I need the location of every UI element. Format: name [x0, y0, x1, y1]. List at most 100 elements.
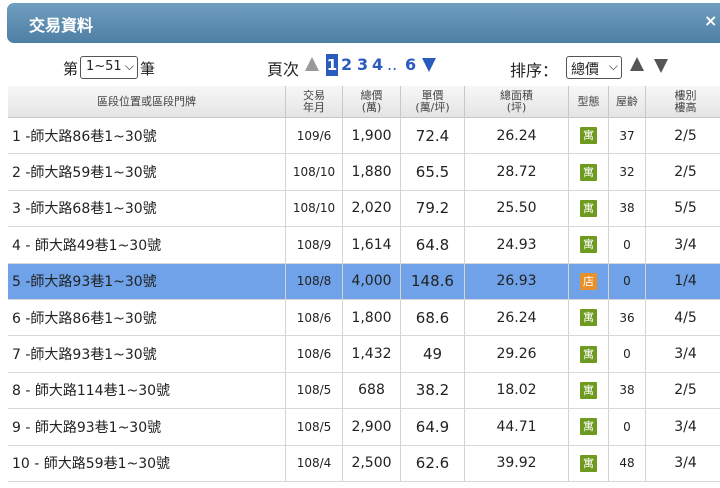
cell-area: 26.93 [465, 263, 569, 300]
residential-type-badge: 寓 [580, 381, 597, 399]
transaction-table: 區段位置或區段門牌 交易 年月 總價 (萬) 單價 (萬/坪) 總面積 (坪) 型態 屋… [8, 86, 720, 482]
cell-age: 0 [609, 336, 646, 373]
cell-address: 5 -師大路93巷1~30號 [8, 263, 286, 300]
cell-area: 28.72 [465, 154, 569, 191]
range-suffix: 筆 [140, 60, 156, 78]
cell-type: 寓 [569, 154, 609, 191]
range-prefix: 第 [63, 60, 79, 78]
cell-date: 108/6 [286, 299, 343, 337]
cell-address: 6 -師大路86巷1~30號 [8, 299, 286, 337]
cell-total-price: 688 [343, 372, 401, 410]
header-date[interactable]: 交易 年月 [286, 86, 343, 118]
cell-unit-price: 49 [401, 336, 465, 373]
cell-total-price: 2,900 [343, 409, 401, 446]
cell-floor: 4/5 [646, 300, 720, 337]
cell-age: 0 [609, 227, 646, 264]
cell-area: 26.24 [465, 299, 569, 337]
cell-floor: 3/4 [646, 409, 720, 446]
table-row[interactable]: 8 - 師大路114巷1~30號 108/5 688 38.2 18.02 寓 38 2/5 [8, 372, 720, 410]
cell-type: 店 [569, 263, 609, 300]
cell-area: 29.26 [465, 336, 569, 373]
cell-unit-price: 64.8 [401, 227, 465, 264]
cell-floor: 2/5 [646, 154, 720, 191]
cell-type: 寓 [569, 409, 609, 446]
sort-descending-icon[interactable] [654, 59, 668, 73]
next-page-icon[interactable] [422, 58, 436, 72]
cell-total-price: 1,614 [343, 227, 401, 264]
header-total-price[interactable]: 總價 (萬) [343, 86, 401, 118]
cell-unit-price: 148.6 [401, 263, 465, 300]
cell-floor: 2/5 [646, 373, 720, 410]
cell-area: 26.24 [465, 118, 569, 155]
window-title: 交易資料 [29, 16, 94, 35]
cell-type: 寓 [569, 299, 609, 337]
cell-address: 7 -師大路93巷1~30號 [8, 336, 286, 373]
cell-total-price: 1,900 [343, 118, 401, 155]
page-link-3[interactable]: 3 [357, 54, 368, 76]
cell-unit-price: 79.2 [401, 190, 465, 228]
table-row[interactable]: 2 -師大路59巷1~30號 108/10 1,880 65.5 28.72 寓 32 2/5 [8, 154, 720, 191]
cell-unit-price: 65.5 [401, 154, 465, 191]
cell-age: 38 [609, 190, 646, 228]
chevron-down-icon: ⌵ [124, 59, 134, 73]
cell-unit-price: 64.9 [401, 409, 465, 446]
cell-unit-price: 38.2 [401, 372, 465, 410]
table-row[interactable]: 3 -師大路68巷1~30號 108/10 2,020 79.2 25.50 寓 38 5/5 [8, 190, 720, 228]
header-age[interactable]: 屋齡 [609, 86, 646, 118]
table-row[interactable]: 5 -師大路93巷1~30號 108/8 4,000 148.6 26.93 店 0 1/4 [8, 263, 720, 300]
header-type[interactable]: 型態 [569, 86, 609, 118]
cell-unit-price: 68.6 [401, 299, 465, 337]
residential-type-badge: 寓 [580, 418, 597, 436]
shop-type-badge: 店 [580, 272, 597, 290]
table-row[interactable]: 1 -師大路86巷1~30號 109/6 1,900 72.4 26.24 寓 37 2/5 [8, 118, 720, 155]
cell-floor: 1/4 [646, 263, 720, 300]
cell-type: 寓 [569, 336, 609, 373]
cell-address: 10 - 師大路59巷1~30號 [8, 445, 286, 482]
sort-select[interactable]: 總價 ⌵ [566, 56, 622, 79]
cell-total-price: 2,500 [343, 445, 401, 482]
cell-area: 39.92 [465, 445, 569, 482]
cell-type: 寓 [569, 227, 609, 264]
current-page: 1 [326, 54, 338, 76]
cell-age: 37 [609, 118, 646, 155]
sort-select-value: 總價 [571, 62, 599, 78]
cell-unit-price: 72.4 [401, 118, 465, 155]
header-area[interactable]: 總面積 (坪) [465, 86, 569, 118]
prev-page-icon [305, 57, 319, 71]
cell-age: 48 [609, 445, 646, 482]
page-link-last[interactable]: 6 [405, 54, 416, 76]
residential-type-badge: 寓 [580, 163, 597, 181]
cell-address: 3 -師大路68巷1~30號 [8, 190, 286, 228]
cell-age: 36 [609, 299, 646, 337]
cell-date: 108/8 [286, 263, 343, 300]
cell-area: 24.93 [465, 227, 569, 264]
table-row[interactable]: 10 - 師大路59巷1~30號 108/4 2,500 62.6 39.92 寓 48 3/… [8, 445, 720, 482]
cell-date: 108/6 [286, 336, 343, 373]
cell-address: 1 -師大路86巷1~30號 [8, 118, 286, 155]
page-link-4[interactable]: 4 [372, 54, 383, 76]
sort-ascending-icon[interactable] [630, 57, 644, 71]
table-row[interactable]: 7 -師大路93巷1~30號 108/6 1,432 49 29.26 寓 0 3/4 [8, 336, 720, 373]
header-unit-price[interactable]: 單價 (萬/坪) [401, 86, 465, 118]
cell-floor: 3/4 [646, 336, 720, 373]
close-icon[interactable]: × [704, 11, 717, 30]
cell-age: 0 [609, 263, 646, 300]
header-floor[interactable]: 樓別 樓高 [646, 86, 720, 118]
cell-total-price: 1,880 [343, 154, 401, 191]
page-link-2[interactable]: 2 [341, 54, 352, 76]
cell-area: 18.02 [465, 372, 569, 410]
table-row[interactable]: 9 - 師大路93巷1~30號 108/5 2,900 64.9 44.71 寓 0 3/4 [8, 409, 720, 446]
residential-type-badge: 寓 [580, 127, 597, 145]
cell-date: 108/4 [286, 445, 343, 482]
cell-total-price: 1,432 [343, 336, 401, 373]
cell-type: 寓 [569, 372, 609, 410]
cell-address: 4 - 師大路49巷1~30號 [8, 227, 286, 264]
cell-area: 25.50 [465, 190, 569, 228]
cell-unit-price: 62.6 [401, 445, 465, 482]
table-row[interactable]: 4 - 師大路49巷1~30號 108/9 1,614 64.8 24.93 寓 0 3/4 [8, 227, 720, 264]
residential-type-badge: 寓 [580, 345, 597, 363]
window-titlebar: 交易資料 × [7, 3, 720, 43]
range-select[interactable]: 1~51 ⌵ [80, 56, 138, 79]
header-address[interactable]: 區段位置或區段門牌 [8, 86, 286, 118]
table-row[interactable]: 6 -師大路86巷1~30號 108/6 1,800 68.6 26.24 寓 36 4/5 [8, 299, 720, 337]
